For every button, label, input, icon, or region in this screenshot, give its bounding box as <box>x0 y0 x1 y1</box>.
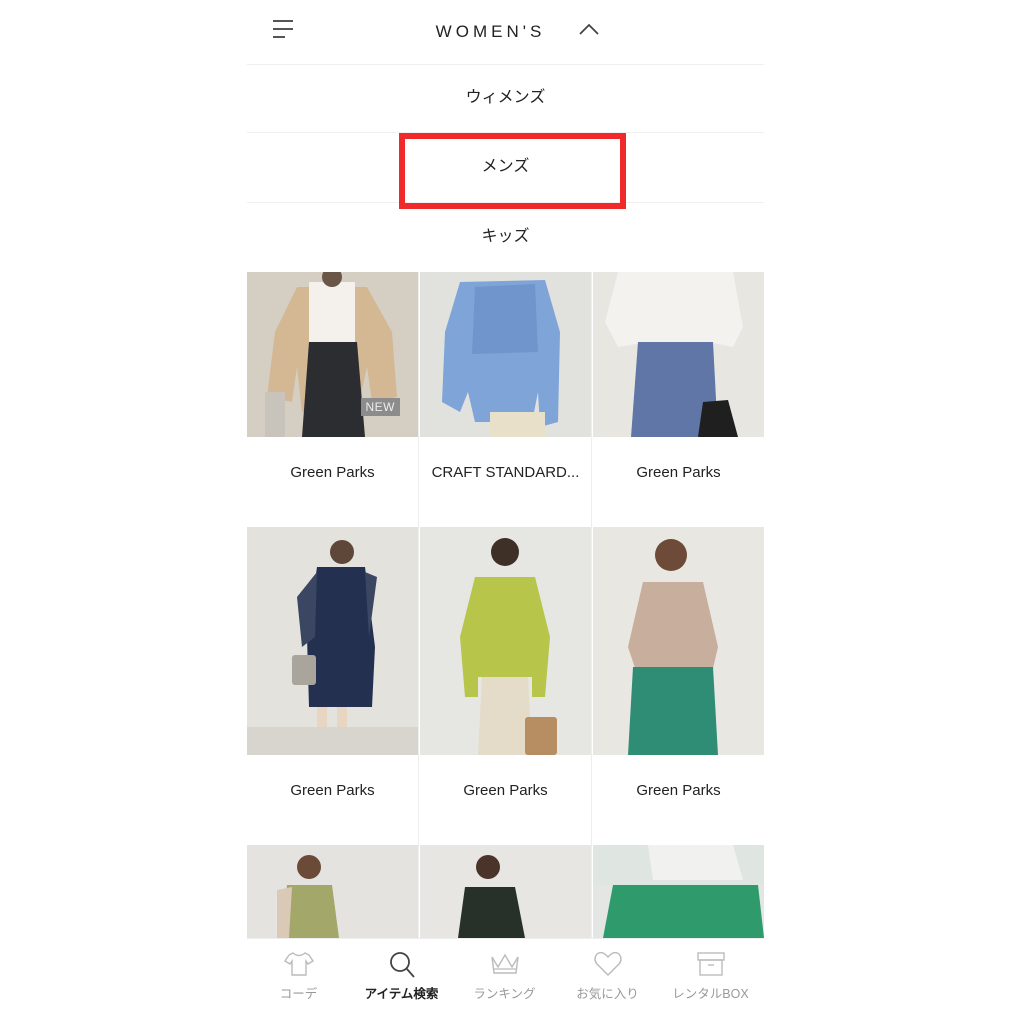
product-card[interactable] <box>247 845 418 938</box>
product-image <box>420 272 591 437</box>
grid-divider <box>591 272 592 938</box>
product-image <box>247 527 418 755</box>
tab-ranking[interactable]: ランキング <box>453 939 556 1009</box>
chevron-up-icon[interactable] <box>578 22 600 36</box>
category-title[interactable]: WOMEN'S <box>247 22 764 42</box>
product-brand: Green Parks <box>636 782 721 799</box>
product-card[interactable]: Green Parks <box>420 527 591 845</box>
category-title-text: WOMEN'S <box>435 22 546 41</box>
tab-item-search[interactable]: アイテム検索 <box>350 939 453 1009</box>
box-icon <box>659 949 762 981</box>
gender-option-womens[interactable]: ウィメンズ <box>247 64 764 133</box>
product-image: NEW <box>247 272 418 437</box>
tab-rental-box[interactable]: レンタルBOX <box>659 939 762 1009</box>
gender-option-label: キッズ <box>481 228 530 245</box>
product-card[interactable] <box>420 845 591 938</box>
tab-label: コーデ <box>279 987 318 1001</box>
product-brand: CRAFT STANDARD... <box>431 464 580 481</box>
product-card[interactable]: Green Parks <box>593 272 764 526</box>
app-header: WOMEN'S <box>247 0 764 65</box>
tab-label: アイテム検索 <box>364 987 439 1001</box>
product-image <box>593 527 764 755</box>
product-brand: Green Parks <box>290 464 375 481</box>
product-image <box>420 845 591 938</box>
product-card[interactable] <box>593 845 764 938</box>
product-image <box>420 527 591 755</box>
tab-favorites[interactable]: お気に入り <box>556 939 659 1009</box>
product-image <box>593 845 764 938</box>
gender-option-label: ウィメンズ <box>465 89 546 106</box>
app-screen: WOMEN'S ウィメンズ メンズ キッズ NEW Green Parks CR… <box>247 0 764 1024</box>
gender-option-mens[interactable]: メンズ <box>247 132 764 203</box>
gender-option-kids[interactable]: キッズ <box>247 203 764 271</box>
tab-label: ランキング <box>473 987 536 1001</box>
tab-label: お気に入り <box>576 987 639 1001</box>
heart-icon <box>556 949 659 981</box>
bottom-tab-bar: コーデ アイテム検索 ランキング お気に入り レンタルBOX <box>247 938 764 1024</box>
product-card[interactable]: Green Parks <box>593 527 764 845</box>
grid-divider <box>418 272 419 938</box>
gender-option-label: メンズ <box>481 158 530 175</box>
product-card[interactable]: CRAFT STANDARD... <box>420 272 591 526</box>
crown-icon <box>453 949 556 981</box>
product-brand: Green Parks <box>636 464 721 481</box>
product-image <box>593 272 764 437</box>
tshirt-icon <box>247 949 350 981</box>
product-card[interactable]: Green Parks <box>247 527 418 845</box>
product-image <box>247 845 418 938</box>
tab-coordinate[interactable]: コーデ <box>247 939 350 1009</box>
new-badge: NEW <box>360 398 400 416</box>
tab-label: レンタルBOX <box>672 987 749 1001</box>
search-icon <box>350 949 453 981</box>
product-brand: Green Parks <box>290 782 375 799</box>
product-card[interactable]: NEW Green Parks <box>247 272 418 526</box>
product-brand: Green Parks <box>463 782 548 799</box>
